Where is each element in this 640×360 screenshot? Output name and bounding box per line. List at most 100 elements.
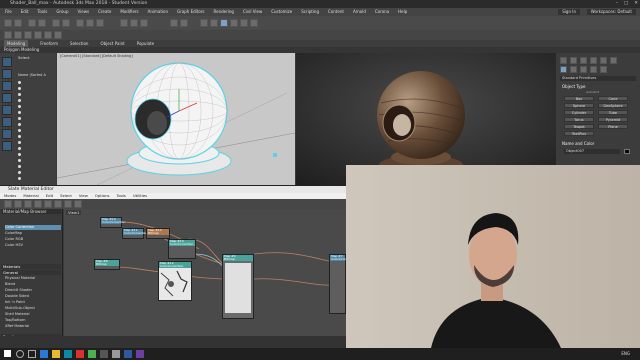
tool-icon[interactable] xyxy=(54,31,62,39)
tool-icon[interactable] xyxy=(14,31,22,39)
show-background-icon[interactable] xyxy=(54,200,62,208)
lights-icon[interactable] xyxy=(580,66,587,73)
unlink-icon[interactable] xyxy=(38,19,46,27)
mirror-icon[interactable] xyxy=(170,19,178,27)
menu-item[interactable]: Corona xyxy=(375,8,389,16)
scene-row[interactable] xyxy=(18,111,54,116)
close-icon[interactable]: ✕ xyxy=(634,0,638,8)
windows-start-icon[interactable] xyxy=(4,350,11,357)
cameras-icon[interactable] xyxy=(590,66,597,73)
helpers-icon[interactable] xyxy=(600,66,607,73)
scene-row[interactable] xyxy=(18,147,54,152)
select-icon[interactable] xyxy=(52,19,60,27)
category-dropdown[interactable]: Standard Primitives xyxy=(560,76,636,81)
scene-row[interactable] xyxy=(18,105,54,110)
menu-item[interactable]: Civil View xyxy=(243,8,262,16)
visibility-icon[interactable] xyxy=(18,153,21,156)
autogrid-checkbox[interactable]: AutoGrid xyxy=(586,90,599,94)
undo-icon[interactable] xyxy=(4,19,12,27)
object-type-title[interactable]: Object Type xyxy=(562,84,586,89)
scene-row[interactable] xyxy=(18,141,54,146)
visibility-icon[interactable] xyxy=(18,87,21,90)
name-and-color-title[interactable]: Name and Color xyxy=(562,141,594,146)
ribbon-tab-modeling[interactable]: Modeling xyxy=(4,40,29,47)
delete-icon[interactable] xyxy=(24,200,32,208)
scene-row[interactable] xyxy=(18,87,54,92)
torus-button[interactable]: Torus xyxy=(564,117,594,122)
object-color-swatch[interactable] xyxy=(624,149,630,154)
rotate-icon[interactable] xyxy=(86,19,94,27)
layout-icon[interactable] xyxy=(64,200,72,208)
viewport-camera[interactable]: [Camera01] [Standard] [Default Shading] xyxy=(57,53,295,185)
browser-item[interactable]: DirectX Shader xyxy=(5,288,61,293)
browser-item[interactable]: XRef Material xyxy=(5,324,61,329)
scene-row[interactable] xyxy=(18,93,54,98)
browser-item[interactable]: Double Sided xyxy=(5,294,61,299)
tool-icon[interactable] xyxy=(44,31,52,39)
schematic-view-icon[interactable] xyxy=(210,19,218,27)
textplus-button[interactable]: TextPlus xyxy=(564,131,594,136)
node-map-11[interactable]: Map #11 ColorCorrection xyxy=(122,228,147,239)
cone-button[interactable]: Cone xyxy=(598,96,628,101)
utilities-tab-icon[interactable] xyxy=(610,57,617,64)
menu-item[interactable]: Edit xyxy=(21,8,29,16)
browser-item[interactable]: Ink 'n Paint xyxy=(5,300,61,305)
menu-item[interactable]: Arnold xyxy=(353,8,366,16)
visibility-icon[interactable] xyxy=(18,111,21,114)
layout-children-icon[interactable] xyxy=(74,200,82,208)
browser-item[interactable]: Multi/Sub-Object xyxy=(5,306,61,311)
browser-item-colormap[interactable]: ColorMap xyxy=(5,231,61,236)
menu-item[interactable]: Tools xyxy=(37,8,47,16)
scene-row[interactable] xyxy=(18,117,54,122)
geosphere-button[interactable]: GeoSphere xyxy=(598,103,628,108)
display-cameras-icon[interactable] xyxy=(2,105,12,115)
display-lights-icon[interactable] xyxy=(2,93,12,103)
visibility-icon[interactable] xyxy=(18,105,21,108)
visibility-icon[interactable] xyxy=(18,81,21,84)
sphere-button[interactable]: Sphere xyxy=(564,103,594,108)
menu-item[interactable]: Group xyxy=(56,8,68,16)
menu-item[interactable]: Graph Editors xyxy=(177,8,204,16)
object-name-field[interactable]: Object007 xyxy=(564,149,620,154)
scene-row[interactable] xyxy=(18,159,54,164)
ribbon-tab-freeform[interactable]: Freeform xyxy=(40,40,58,47)
node-view[interactable]: View1 Map #10 ColorCorrection Map #11 Colo… xyxy=(64,209,354,343)
ribbon-tab-selection[interactable]: Selection xyxy=(70,40,88,47)
render-icon[interactable] xyxy=(250,19,258,27)
align-icon[interactable] xyxy=(180,19,188,27)
tool-icon[interactable] xyxy=(34,31,42,39)
select-by-name-icon[interactable] xyxy=(62,19,70,27)
menu-item[interactable]: Scripting xyxy=(301,8,319,16)
render-setup-icon[interactable] xyxy=(230,19,238,27)
cylinder-button[interactable]: Cylinder xyxy=(564,110,594,115)
app-icon[interactable] xyxy=(100,350,108,358)
workspaces-select[interactable]: Workspaces: Default xyxy=(586,9,636,15)
link-icon[interactable] xyxy=(28,19,36,27)
node-map-14[interactable]: Map #14 Bitmap xyxy=(146,228,170,239)
visibility-icon[interactable] xyxy=(18,141,21,144)
browser-item[interactable]: Top/Bottom xyxy=(5,318,61,323)
scene-row[interactable] xyxy=(18,153,54,158)
snap-icon[interactable] xyxy=(120,19,128,27)
scene-row[interactable] xyxy=(18,123,54,128)
visibility-icon[interactable] xyxy=(18,129,21,132)
create-tab-icon[interactable] xyxy=(560,57,567,64)
display-spacewarps-icon[interactable] xyxy=(2,129,12,139)
browser-item-color-hsv[interactable]: Color HSV xyxy=(5,243,61,248)
app-icon[interactable] xyxy=(136,350,144,358)
menu-item[interactable]: Modifiers xyxy=(120,8,138,16)
node-map-8[interactable]: Map #8 Bitmap xyxy=(94,259,120,270)
visibility-icon[interactable] xyxy=(18,123,21,126)
menu-item[interactable]: Animation xyxy=(148,8,168,16)
browser-item-color-correction[interactable]: Color Correction xyxy=(5,225,61,230)
menu-item[interactable]: Content xyxy=(328,8,344,16)
3ds-max-icon[interactable] xyxy=(64,350,72,358)
select-objects-icon[interactable] xyxy=(2,57,12,67)
visibility-icon[interactable] xyxy=(18,159,21,162)
hierarchy-tab-icon[interactable] xyxy=(580,57,587,64)
menu-item[interactable]: Rendering xyxy=(214,8,234,16)
material-editor-icon[interactable] xyxy=(220,19,228,27)
modify-tab-icon[interactable] xyxy=(570,57,577,64)
show-map-icon[interactable] xyxy=(44,200,52,208)
browser-item[interactable]: Physical Material xyxy=(5,276,61,281)
